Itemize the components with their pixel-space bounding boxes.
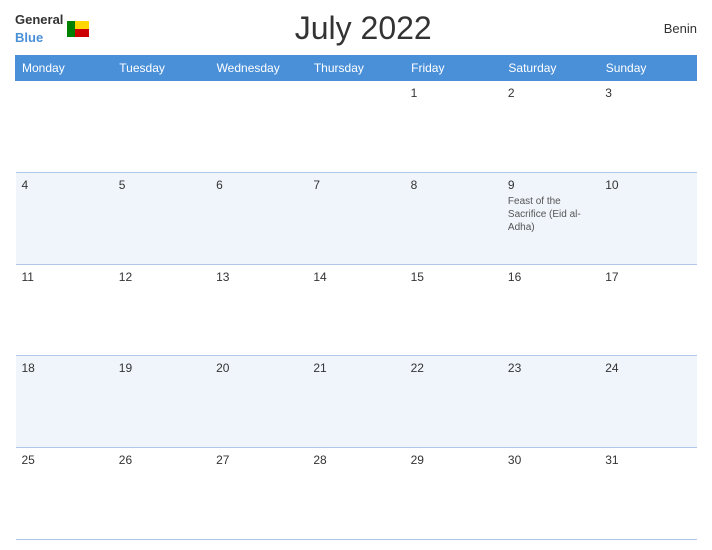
day-number: 29 <box>411 453 496 467</box>
calendar-cell: 3 <box>599 81 696 173</box>
calendar-cell: 19 <box>113 356 210 448</box>
calendar-page: General Blue July 2022 Benin Monday Tues… <box>0 0 712 550</box>
calendar-cell: 13 <box>210 264 307 356</box>
logo-blue: Blue <box>15 30 43 45</box>
calendar-header: General Blue July 2022 Benin <box>15 10 697 47</box>
calendar-week-row: 123 <box>16 81 697 173</box>
day-number: 6 <box>216 178 301 192</box>
day-number: 22 <box>411 361 496 375</box>
day-number: 31 <box>605 453 690 467</box>
calendar-cell: 26 <box>113 448 210 540</box>
day-number: 17 <box>605 270 690 284</box>
day-number: 26 <box>119 453 204 467</box>
day-number: 5 <box>119 178 204 192</box>
logo-general: General <box>15 12 63 27</box>
day-number: 19 <box>119 361 204 375</box>
calendar-cell: 25 <box>16 448 113 540</box>
calendar-cell: 9 Feast of the Sacrifice (Eid al-Adha) <box>502 172 599 264</box>
logo: General Blue <box>15 11 89 47</box>
calendar-cell: 4 <box>16 172 113 264</box>
calendar-cell: 6 <box>210 172 307 264</box>
calendar-cell: 7 <box>307 172 404 264</box>
calendar-cell: 12 <box>113 264 210 356</box>
calendar-cell: 29 <box>405 448 502 540</box>
day-number: 11 <box>22 270 107 284</box>
calendar-cell: 15 <box>405 264 502 356</box>
calendar-cell: 5 <box>113 172 210 264</box>
event-text: Feast of the Sacrifice (Eid al-Adha) <box>508 195 593 234</box>
calendar-cell <box>210 81 307 173</box>
col-saturday: Saturday <box>502 56 599 81</box>
calendar-cell: 8 <box>405 172 502 264</box>
calendar-cell <box>16 81 113 173</box>
day-number: 10 <box>605 178 690 192</box>
calendar-cell: 20 <box>210 356 307 448</box>
col-sunday: Sunday <box>599 56 696 81</box>
calendar-cell: 24 <box>599 356 696 448</box>
day-number: 8 <box>411 178 496 192</box>
day-number: 2 <box>508 86 593 100</box>
col-monday: Monday <box>16 56 113 81</box>
calendar-cell: 21 <box>307 356 404 448</box>
day-number: 13 <box>216 270 301 284</box>
logo-text: General Blue <box>15 11 63 47</box>
col-tuesday: Tuesday <box>113 56 210 81</box>
day-number: 4 <box>22 178 107 192</box>
calendar-cell: 1 <box>405 81 502 173</box>
calendar-week-row: 18 19 20 21 22 23 24 <box>16 356 697 448</box>
calendar-cell: 27 <box>210 448 307 540</box>
calendar-cell: 16 <box>502 264 599 356</box>
calendar-table: Monday Tuesday Wednesday Thursday Friday… <box>15 55 697 540</box>
calendar-cell <box>307 81 404 173</box>
col-wednesday: Wednesday <box>210 56 307 81</box>
day-number: 18 <box>22 361 107 375</box>
day-number: 24 <box>605 361 690 375</box>
calendar-week-row: 11 12 13 14 15 16 17 <box>16 264 697 356</box>
calendar-cell: 22 <box>405 356 502 448</box>
calendar-cell: 10 <box>599 172 696 264</box>
day-number: 3 <box>605 86 690 100</box>
day-number: 16 <box>508 270 593 284</box>
day-number: 27 <box>216 453 301 467</box>
calendar-cell: 28 <box>307 448 404 540</box>
col-thursday: Thursday <box>307 56 404 81</box>
calendar-cell: 23 <box>502 356 599 448</box>
day-number: 25 <box>22 453 107 467</box>
day-number: 15 <box>411 270 496 284</box>
country-label: Benin <box>637 21 697 36</box>
day-number: 30 <box>508 453 593 467</box>
header-row: Monday Tuesday Wednesday Thursday Friday… <box>16 56 697 81</box>
calendar-cell: 17 <box>599 264 696 356</box>
day-number: 14 <box>313 270 398 284</box>
calendar-cell: 30 <box>502 448 599 540</box>
calendar-cell: 2 <box>502 81 599 173</box>
day-number: 21 <box>313 361 398 375</box>
calendar-cell: 31 <box>599 448 696 540</box>
calendar-title: July 2022 <box>89 10 637 47</box>
day-number: 12 <box>119 270 204 284</box>
col-friday: Friday <box>405 56 502 81</box>
day-number: 28 <box>313 453 398 467</box>
calendar-cell <box>113 81 210 173</box>
calendar-week-row: 456789 Feast of the Sacrifice (Eid al-Adh… <box>16 172 697 264</box>
calendar-week-row: 25 26 27 28 29 30 31 <box>16 448 697 540</box>
day-number: 9 <box>508 178 593 192</box>
day-number: 23 <box>508 361 593 375</box>
day-number: 1 <box>411 86 496 100</box>
logo-flag-icon <box>67 21 89 37</box>
calendar-cell: 14 <box>307 264 404 356</box>
day-number: 20 <box>216 361 301 375</box>
calendar-cell: 11 <box>16 264 113 356</box>
day-number: 7 <box>313 178 398 192</box>
calendar-cell: 18 <box>16 356 113 448</box>
